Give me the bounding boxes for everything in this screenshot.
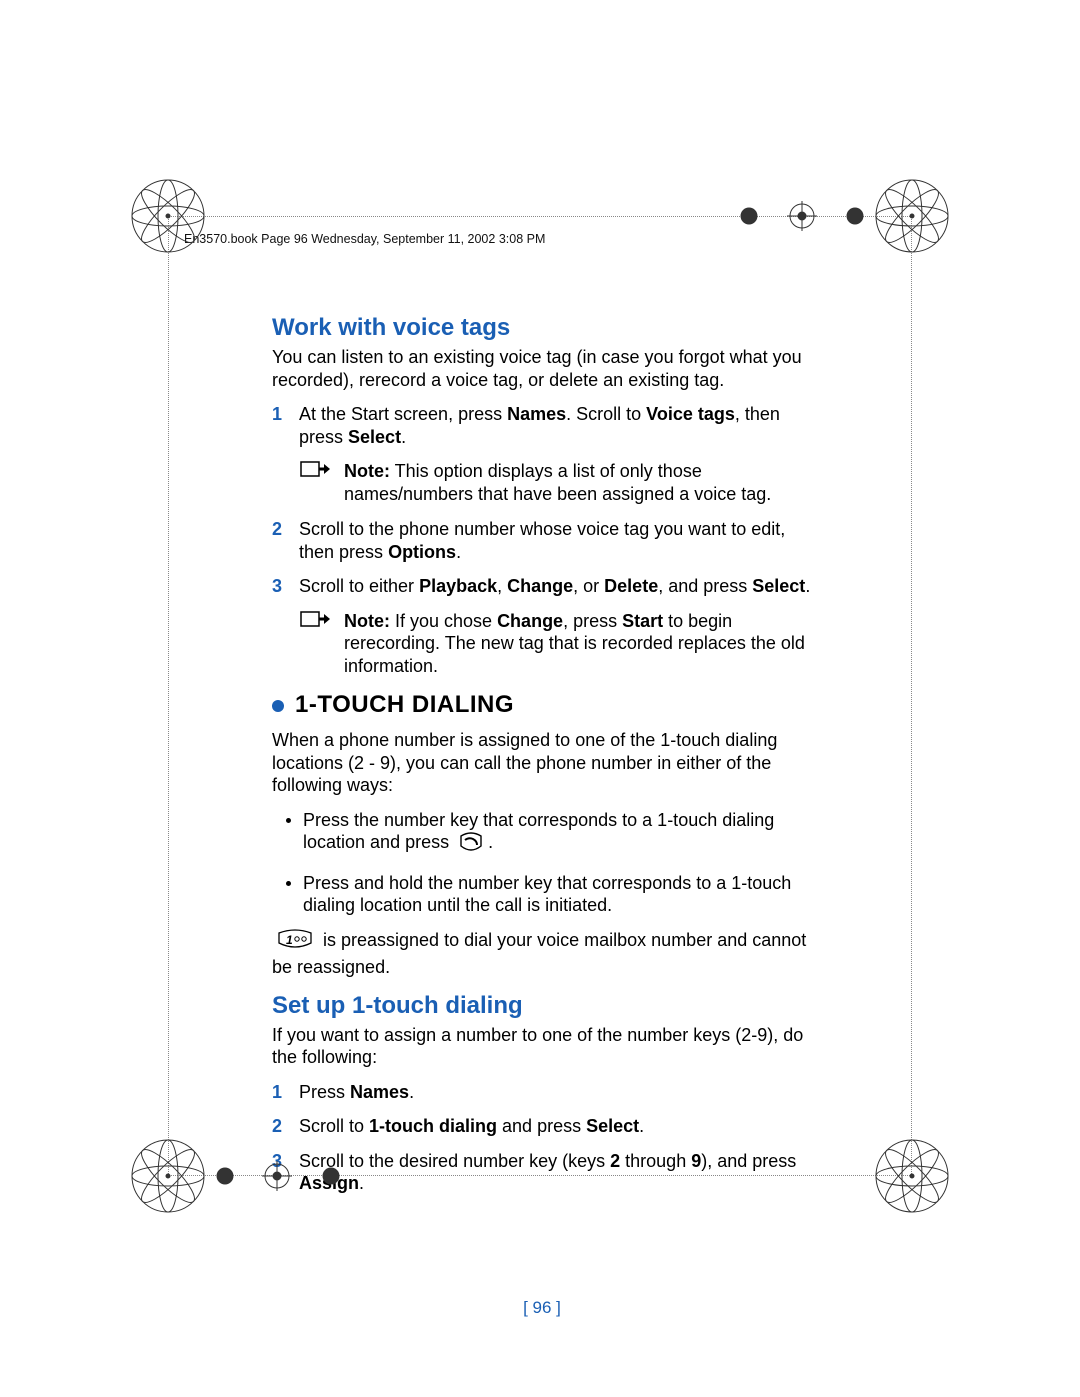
crop-circle-icon: [846, 207, 864, 225]
rosette-top-right: [874, 178, 950, 254]
rosette-bottom-right: [874, 1138, 950, 1214]
page: En3570.book Page 96 Wednesday, September…: [0, 0, 1080, 1397]
rosette-bottom-left: [130, 1138, 206, 1214]
crop-circle-icon: [216, 1167, 234, 1185]
crop-cross-icon: [787, 201, 817, 231]
crop-cross-icon: [262, 1161, 292, 1191]
page-number: [ 96 ]: [272, 1297, 812, 1318]
crop-frame: [168, 216, 912, 1176]
crop-circle-icon: [322, 1167, 340, 1185]
crop-circle-icon: [740, 207, 758, 225]
rosette-top-left: [130, 178, 206, 254]
